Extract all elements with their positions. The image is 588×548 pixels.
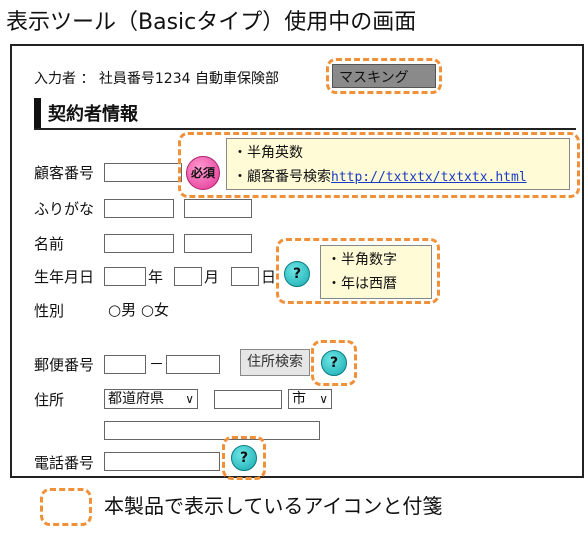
name-label: 名前 xyxy=(34,235,65,253)
name-first-input[interactable] xyxy=(184,234,252,253)
address-label: 住所 xyxy=(34,391,65,409)
note-line-search: ・顧客番号検索http://txtxtx/txtxtx.html xyxy=(233,165,563,190)
section-marker xyxy=(34,98,41,128)
phone-label: 電話番号 xyxy=(34,454,95,472)
question-help-icon[interactable]: ? xyxy=(231,445,257,471)
furigana-last-input[interactable] xyxy=(104,199,174,218)
page-heading: 表示ツール（Basicタイプ）使用中の画面 xyxy=(6,10,417,35)
highlight-masking xyxy=(326,58,442,94)
gender-label: 性別 xyxy=(34,302,65,320)
birth-year-input[interactable] xyxy=(104,267,146,286)
prefecture-select[interactable]: 都道府県 ∨ xyxy=(104,389,198,409)
question-help-icon[interactable]: ? xyxy=(284,261,310,287)
birth-month-input[interactable] xyxy=(174,267,202,286)
phone-input[interactable] xyxy=(104,452,220,471)
note-line-numeric: ・半角数字 xyxy=(327,252,397,268)
customer-no-label: 顧客番号 xyxy=(34,164,95,182)
city-name-input[interactable] xyxy=(214,390,282,409)
postal-first-input[interactable] xyxy=(104,355,146,374)
note-customer-no: ・半角英数 ・顧客番号検索http://txtxtx/txtxtx.html xyxy=(226,138,570,190)
address-detail-input[interactable] xyxy=(104,421,320,440)
section-divider xyxy=(34,128,576,130)
select-chevron-icon: ∨ xyxy=(319,392,328,406)
birthdate-label: 生年月日 xyxy=(34,268,95,286)
prefecture-select-value: 都道府県 xyxy=(108,391,164,407)
day-unit: 日 xyxy=(261,268,277,286)
legend-text: 本製品で表示しているアイコンと付箋 xyxy=(104,494,443,518)
legend-swatch xyxy=(40,488,92,526)
birth-day-input[interactable] xyxy=(231,267,259,286)
year-unit: 年 xyxy=(148,268,164,286)
postal-second-input[interactable] xyxy=(166,355,220,374)
gender-radio-group: ○男 ○女 xyxy=(108,299,169,320)
note-line-western-year: ・年は西暦 xyxy=(327,276,397,292)
customer-no-input[interactable] xyxy=(104,163,182,182)
address-search-button[interactable]: 住所検索 xyxy=(240,349,310,376)
city-select-value: 市 xyxy=(292,391,306,407)
furigana-first-input[interactable] xyxy=(184,199,252,218)
customer-search-link[interactable]: http://txtxtx/txtxtx.html xyxy=(331,170,527,185)
gender-female-radio[interactable]: ○女 xyxy=(141,301,169,319)
postal-separator: － xyxy=(149,355,165,373)
city-select[interactable]: 市 ∨ xyxy=(288,389,332,409)
note-search-label: ・顧客番号検索 xyxy=(233,169,331,185)
inputter-info: 入力者 ： 社員番号1234 自動車保険部 xyxy=(34,71,279,87)
note-line-alnum: ・半角英数 xyxy=(233,145,303,161)
gender-male-radio[interactable]: ○男 xyxy=(108,301,136,319)
question-help-icon[interactable]: ? xyxy=(321,350,347,376)
postal-label: 郵便番号 xyxy=(34,356,95,374)
section-title: 契約者情報 xyxy=(48,104,138,125)
note-birthdate: ・半角数字 ・年は西暦 xyxy=(320,245,432,299)
select-chevron-icon: ∨ xyxy=(185,392,194,406)
name-last-input[interactable] xyxy=(104,234,174,253)
furigana-label: ふりがな xyxy=(34,200,95,218)
month-unit: 月 xyxy=(204,268,220,286)
